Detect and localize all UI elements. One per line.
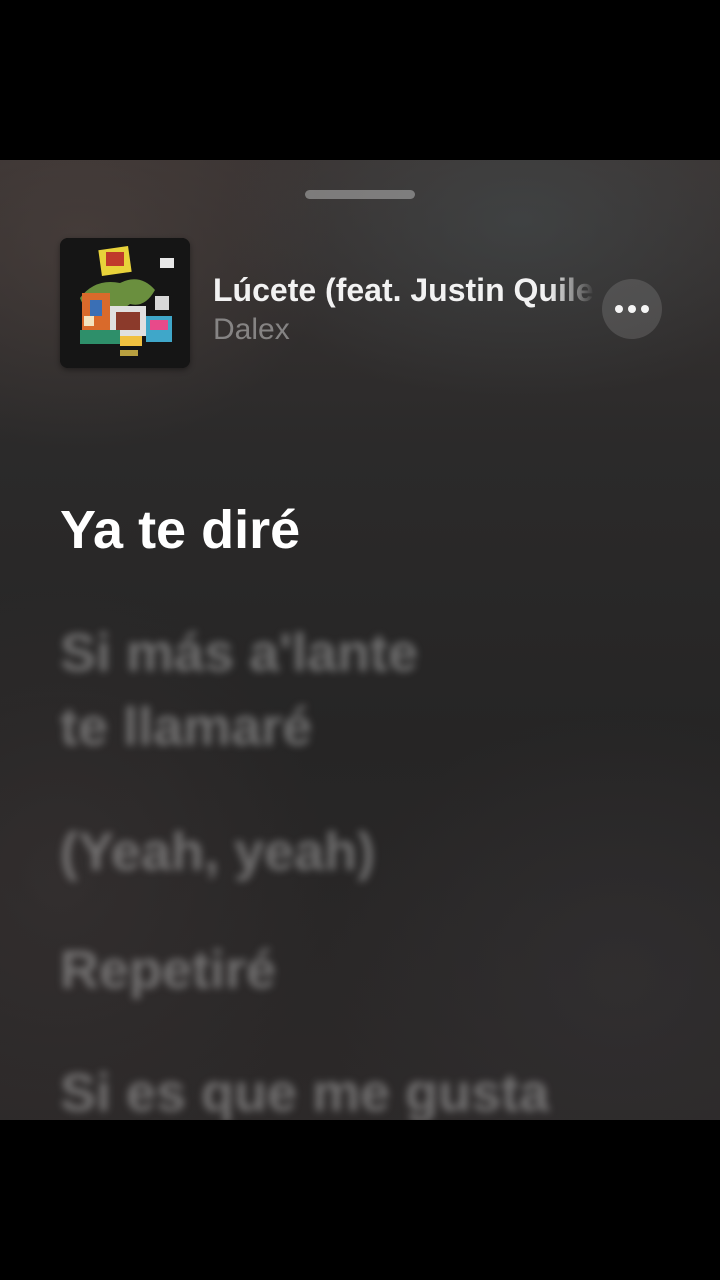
more-options-button[interactable] <box>602 279 662 339</box>
letterbox-top <box>0 0 720 160</box>
sheet-grabber-handle[interactable] <box>305 190 415 199</box>
track-artist[interactable]: Dalex <box>213 311 290 349</box>
ellipsis-icon <box>615 305 623 313</box>
album-art-image <box>60 238 190 368</box>
lyric-line[interactable]: (Yeah, yeah) <box>60 817 375 887</box>
letterbox-bottom <box>0 1120 720 1280</box>
lyric-line[interactable]: Repetiré <box>60 935 276 1005</box>
lyric-line[interactable]: Si es que me gusta <box>60 1058 549 1120</box>
lyric-line[interactable]: te llamaré <box>60 692 312 762</box>
track-title[interactable]: Lúcete (feat. Justin Quiles) <box>213 270 595 310</box>
ellipsis-icon <box>628 305 636 313</box>
album-artwork[interactable] <box>60 238 190 368</box>
lyric-line[interactable]: Si más a'lante <box>60 618 418 688</box>
ellipsis-icon <box>641 305 649 313</box>
lyrics-sheet: Lúcete (feat. Justin Quiles) Dalex Ya te… <box>0 160 720 1120</box>
lyric-line-active[interactable]: Ya te diré <box>60 495 300 565</box>
